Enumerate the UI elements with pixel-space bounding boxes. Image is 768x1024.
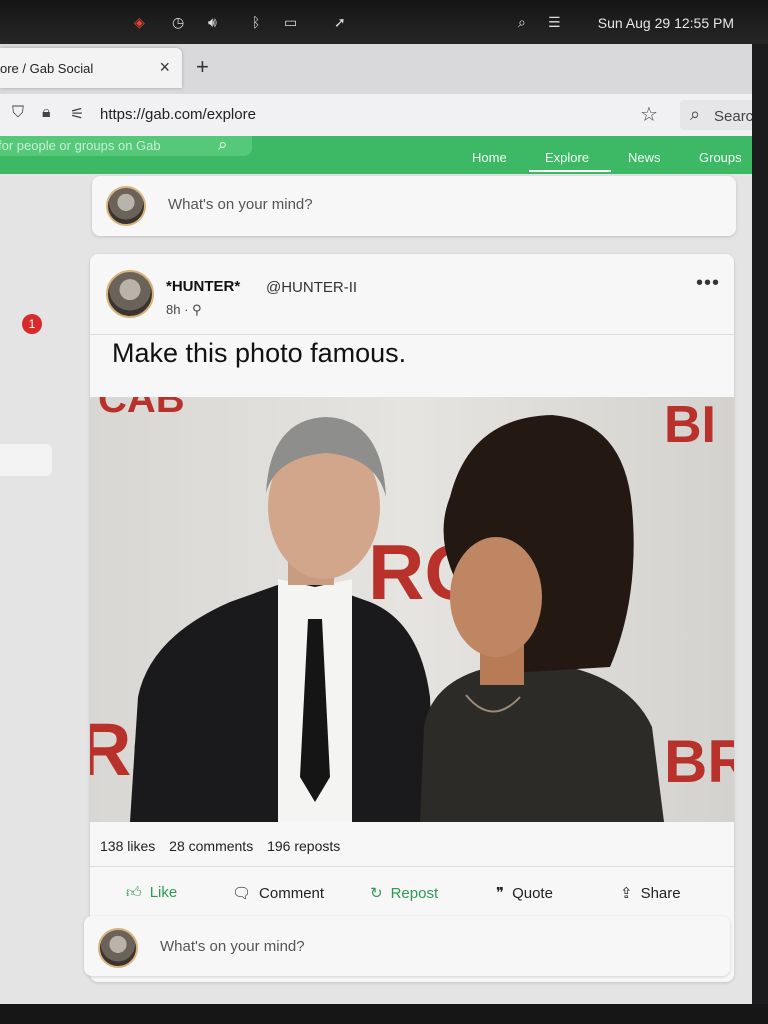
avatar[interactable] — [98, 928, 138, 968]
repost-label: Repost — [390, 885, 439, 902]
author-avatar[interactable] — [106, 270, 154, 318]
browser-search-field[interactable]: ⌕ Searc — [680, 100, 752, 130]
composer-card[interactable]: What's on your mind? — [92, 176, 736, 236]
browser-search-placeholder: Searc — [714, 108, 752, 125]
browser-tab[interactable]: ore / Gab Social × — [0, 48, 182, 88]
quote-label: Quote — [512, 885, 553, 902]
macos-menubar: ◈ ◷ 🔊︎ ᛒ ▭ ➚ ⌕ ☰ Sun Aug 29 12:55 PM — [0, 0, 768, 44]
likes-count[interactable]: 138 likes — [100, 838, 155, 854]
reply-placeholder[interactable]: What's on your mind? — [160, 938, 305, 955]
post-time[interactable]: 8h · ⚲ — [166, 302, 202, 318]
nav-explore[interactable]: Explore — [545, 150, 589, 165]
ublock-icon[interactable]: ◈ — [134, 14, 145, 31]
tab-title: ore / Gab Social — [0, 61, 94, 76]
url-bar: ⛉ 🔒︎ ⚟ https://gab.com/explore ☆ ⌕ Searc — [0, 94, 752, 137]
bookmark-star-icon[interactable]: ☆ — [640, 102, 658, 127]
address-field[interactable]: https://gab.com/explore — [100, 106, 256, 123]
author-handle[interactable]: @HUNTER-II — [266, 279, 357, 296]
menubar-clock[interactable]: Sun Aug 29 12:55 PM — [598, 15, 734, 31]
more-options-icon[interactable]: ••• — [696, 272, 720, 295]
comment-button[interactable]: 🗨︎ Comment — [232, 884, 324, 902]
like-button[interactable]: 👍︎ Like — [126, 884, 177, 902]
close-tab-icon[interactable]: × — [159, 57, 170, 78]
bluetooth-icon[interactable]: ᛒ — [252, 14, 260, 30]
gab-search-placeholder: for people or groups on Gab — [0, 138, 161, 153]
divider — [90, 866, 734, 867]
like-label: Like — [149, 884, 178, 901]
nav-active-indicator — [529, 170, 611, 172]
search-icon[interactable]: ⌕ — [218, 135, 228, 155]
reply-composer[interactable]: What's on your mind? — [84, 916, 730, 976]
share-label: Share — [640, 885, 681, 902]
bezel — [0, 1004, 768, 1024]
quote-button[interactable]: ❞ Quote — [496, 884, 553, 902]
tab-bar: ore / Gab Social × + — [0, 44, 752, 94]
nav-news[interactable]: News — [628, 150, 661, 165]
comment-label: Comment — [259, 885, 325, 902]
share-button[interactable]: ⇪ Share — [620, 884, 681, 902]
time-machine-icon[interactable]: ◷ — [172, 14, 184, 31]
battery-icon[interactable]: ▭ — [284, 14, 297, 31]
thumbs-up-icon: 👍︎ — [126, 884, 142, 901]
avatar[interactable] — [106, 186, 146, 226]
permissions-icon[interactable]: ⚟ — [70, 104, 84, 124]
post-photo[interactable]: CAB BI RO RO BRI — [90, 397, 734, 822]
gab-navbar: for people or groups on Gab ⌕ Home Explo… — [0, 135, 752, 174]
divider — [90, 334, 734, 335]
notification-badge[interactable]: 1 — [22, 314, 42, 334]
search-icon: ⌕ — [690, 104, 701, 124]
author-name[interactable]: *HUNTER* — [166, 278, 240, 295]
browser-window: ore / Gab Social × + ⛉ 🔒︎ ⚟ https://gab.… — [0, 44, 752, 1004]
control-center-icon[interactable]: ☰ — [548, 14, 561, 31]
nav-home[interactable]: Home — [472, 150, 507, 165]
search-spotlight-icon[interactable]: ⌕ — [518, 14, 526, 31]
gab-search-input[interactable]: for people or groups on Gab ⌕ — [0, 135, 252, 156]
post-stats: 138 likes 28 comments 196 reposts — [100, 838, 350, 854]
shield-icon[interactable]: ⛉ — [12, 104, 24, 122]
reposts-count[interactable]: 196 reposts — [267, 838, 340, 854]
quote-icon: ❞ — [496, 885, 505, 902]
share-icon: ⇪ — [620, 885, 633, 902]
sidebar-item[interactable] — [0, 444, 52, 476]
repost-button[interactable]: ↻ Repost — [370, 884, 438, 902]
post-card: *HUNTER* @HUNTER-II 8h · ⚲ ••• Make this… — [90, 254, 734, 982]
repost-icon: ↻ — [370, 885, 383, 902]
composer-placeholder[interactable]: What's on your mind? — [168, 196, 313, 213]
globe-icon: ⚲ — [192, 302, 202, 317]
comments-count[interactable]: 28 comments — [169, 838, 253, 854]
lock-icon[interactable]: 🔒︎ — [42, 104, 51, 122]
cursor-icon: ➚ — [334, 14, 346, 30]
volume-icon[interactable]: 🔊︎ — [208, 14, 217, 31]
nav-groups[interactable]: Groups — [699, 150, 742, 165]
post-time-text: 8h — [166, 302, 181, 317]
photo-illustration — [130, 415, 664, 822]
post-text: Make this photo famous. — [112, 338, 407, 368]
new-tab-button[interactable]: + — [196, 54, 209, 80]
comment-icon: 🗨︎ — [232, 885, 252, 902]
